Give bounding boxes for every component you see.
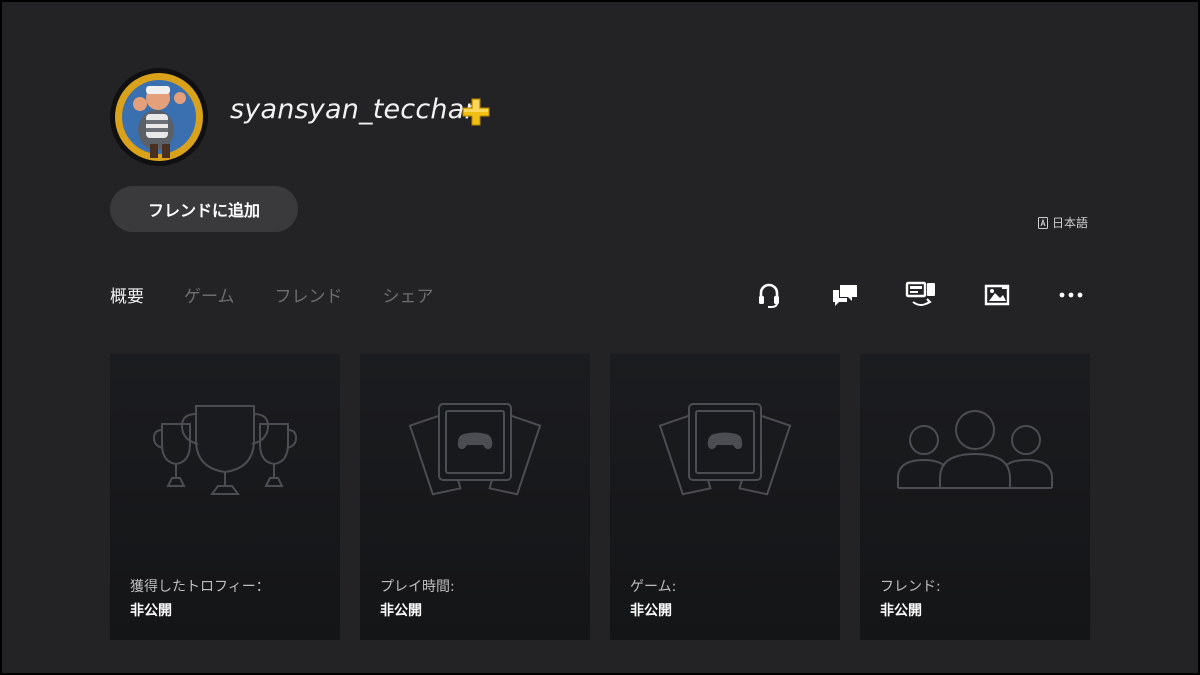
- party-button[interactable]: [752, 278, 786, 312]
- avatar-image: [115, 73, 203, 161]
- ps-plus-icon: [462, 98, 490, 126]
- profile-actions: [748, 278, 1092, 312]
- more-options-button[interactable]: [1054, 278, 1088, 312]
- tab-friends[interactable]: フレンド: [275, 282, 343, 307]
- username: syansyan_tecchan: [230, 94, 482, 125]
- remote-play-button[interactable]: [904, 278, 938, 312]
- profile-summary-cards: 獲得したトロフィー： 非公開 プレイ時間: 非公開 ゲーム: 非公開 フレンド:…: [110, 354, 1092, 640]
- avatar[interactable]: [110, 68, 208, 166]
- games-value: 非公開: [630, 603, 672, 619]
- play-time-card[interactable]: プレイ時間: 非公開: [360, 354, 590, 640]
- trophies-icon: [152, 405, 298, 495]
- add-friend-button[interactable]: フレンドに追加: [110, 186, 298, 232]
- games-icon: [408, 403, 542, 496]
- tab-share[interactable]: シェア: [383, 282, 434, 307]
- share-screen-button[interactable]: [980, 278, 1014, 312]
- friends-card[interactable]: フレンド: 非公開: [860, 354, 1090, 640]
- trophies-card[interactable]: 獲得したトロフィー： 非公開: [110, 354, 340, 640]
- games-label: ゲーム:: [630, 579, 677, 595]
- message-button[interactable]: [828, 278, 862, 312]
- games-icon: [658, 403, 792, 496]
- language-label: 日本語: [1052, 216, 1089, 230]
- profile-screen: syansyan_tecchan フレンドに追加 日本語 概要 ゲーム フレンド…: [2, 2, 1198, 673]
- play-time-label: プレイ時間:: [380, 579, 455, 595]
- play-time-value: 非公開: [380, 603, 422, 619]
- language-indicator: 日本語: [1038, 214, 1088, 231]
- friends-label: フレンド:: [880, 579, 941, 595]
- message-icon: [833, 285, 857, 306]
- translate-icon: [1038, 216, 1048, 229]
- headset-icon: [759, 283, 779, 308]
- friends-icon: [897, 410, 1053, 489]
- tab-overview[interactable]: 概要: [110, 282, 144, 307]
- games-card[interactable]: ゲーム: 非公開: [610, 354, 840, 640]
- trophies-label: 獲得したトロフィー：: [130, 579, 270, 595]
- trophies-value: 非公開: [130, 603, 172, 619]
- profile-tabs: 概要 ゲーム フレンド シェア: [110, 282, 434, 307]
- remote-play-icon: [905, 281, 935, 306]
- friends-value: 非公開: [880, 603, 922, 619]
- share-screen-icon: [984, 284, 1010, 306]
- more-options-icon: [1059, 292, 1083, 298]
- tab-games[interactable]: ゲーム: [184, 282, 235, 307]
